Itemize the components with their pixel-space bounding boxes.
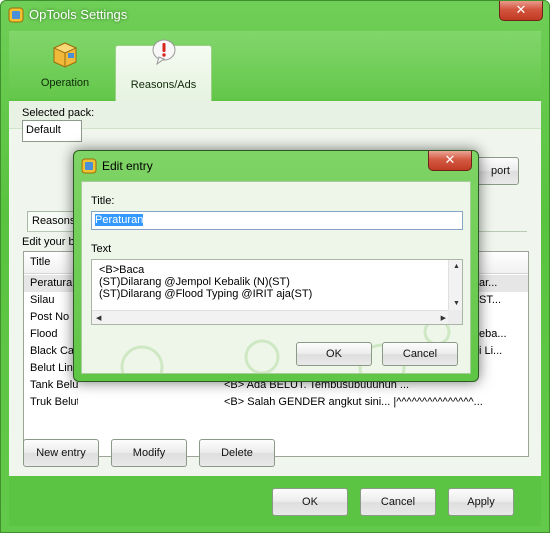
row-text: ar... [479,277,498,289]
row-title: Truk Belut [30,396,78,408]
title-bar[interactable]: OpTools Settings ✕ [1,1,549,31]
title-field-label: Title: [91,195,115,207]
package-icon [52,42,78,68]
modify-button[interactable]: Modify [111,439,187,467]
dialog-cancel-button[interactable]: Cancel [382,342,458,366]
title-field-value: Peraturan [95,214,144,226]
dialog-ok-button[interactable]: OK [296,342,372,366]
row-title: Flood [30,328,58,340]
edit-label: Edit your b [22,236,75,248]
list-row[interactable]: Truk Belut <B> Salah GENDER angkut sini.… [24,394,528,411]
row-title: Silau [30,294,55,306]
dialog-body: Title: Peraturan Text <B>Baca (ST)Dilara… [81,181,471,374]
row-title: Post No [30,311,70,323]
tab-operation[interactable]: Operation [15,35,115,95]
dialog-title: Edit entry [102,159,153,173]
tab-reasons-ads[interactable]: Reasons/Ads [115,39,212,101]
ok-button[interactable]: OK [272,488,348,516]
row-text: eba... [479,328,507,340]
dialog-app-icon [81,158,97,174]
row-title: Tank Belut [30,379,78,391]
tab-reasons-ads-label: Reasons/Ads [130,79,197,91]
dialog-close-button[interactable]: ✕ [428,151,472,171]
close-button[interactable]: ✕ [499,1,543,21]
row-title: Belut Lind [30,362,78,374]
selected-pack-select[interactable]: Default [22,120,82,142]
text-field-value: <B>Baca (ST)Dilarang @Jempol Kebalik (N)… [99,264,313,300]
scroll-up-icon[interactable]: ▲ [453,263,460,270]
exclamation-bubble-icon [152,39,175,66]
row-text: ST... [479,294,502,306]
window-title: OpTools Settings [29,7,128,22]
delete-button[interactable]: Delete [199,439,275,467]
scroll-left-icon[interactable]: ◀ [96,314,101,322]
row-title: Black Can [30,345,78,357]
column-title-header: Title [30,256,51,268]
scroll-down-icon[interactable]: ▼ [453,300,460,307]
ribbon: Operation Reasons/Ads [9,31,541,101]
scroll-corner [448,310,462,324]
import-button-label: port [491,165,510,177]
row-text: i Li... [479,345,503,357]
text-field[interactable]: <B>Baca (ST)Dilarang @Jempol Kebalik (N)… [91,259,463,325]
tab-operation-label: Operation [40,77,90,89]
scroll-right-icon[interactable]: ▶ [441,314,446,322]
tab-reasons[interactable]: Reasons [27,211,79,231]
title-field[interactable]: Peraturan [91,211,463,230]
horizontal-scrollbar[interactable]: ◀ ▶ [92,310,450,324]
vertical-scrollbar[interactable]: ▲ ▼ [448,260,462,310]
row-title: Peraturan [30,277,78,289]
row-text: <B> Salah GENDER angkut sini... |^^^^^^^… [224,396,483,408]
text-field-label: Text [91,243,112,255]
apply-button[interactable]: Apply [448,488,514,516]
new-entry-button[interactable]: New entry [23,439,99,467]
selected-pack-label: Selected pack: [22,107,95,119]
cancel-button[interactable]: Cancel [360,488,436,516]
app-icon [8,7,24,23]
edit-entry-dialog[interactable]: Edit entry ✕ Title: Peraturan Text <B>Ba… [73,150,479,382]
